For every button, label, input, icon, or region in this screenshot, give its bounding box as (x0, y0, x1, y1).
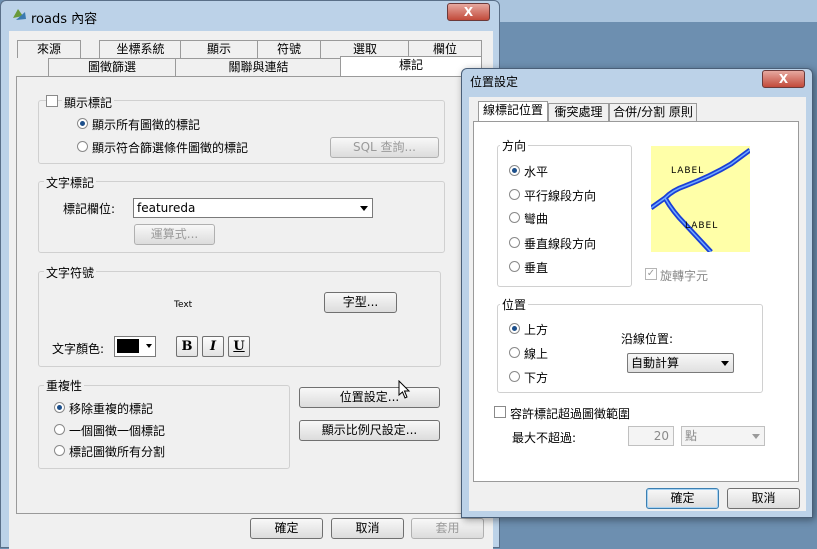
radio-dir-perpendicular-label: 垂直線段方向 (524, 237, 597, 251)
allow-overrun-checkbox[interactable] (494, 406, 506, 418)
max-overrun-input[interactable]: 20 (628, 426, 674, 446)
show-labels-label: 顯示標記 (62, 94, 115, 111)
tab-conflict-detection[interactable]: 衝突處理 (548, 103, 609, 121)
text-symbol-group-title: 文字符號 (44, 264, 97, 281)
radio-dir-horizontal-label: 水平 (524, 165, 549, 179)
placement-settings-button[interactable]: 位置設定... (299, 387, 440, 408)
radio-filtered-features[interactable] (77, 141, 88, 152)
unit-dropdown[interactable]: 點 (681, 426, 765, 446)
text-color-picker[interactable] (114, 336, 156, 357)
radio-label-all-parts-label: 標記圖徵所有分割 (69, 445, 166, 459)
show-labels-checkbox[interactable] (46, 95, 58, 107)
radio-filtered-features-label: 顯示符合篩選條件圖徵的標記 (92, 141, 249, 155)
scale-range-button[interactable]: 顯示比例尺設定... (299, 420, 440, 441)
radio-pos-above-label: 上方 (524, 323, 549, 337)
radio-all-features[interactable] (77, 118, 88, 129)
text-label-group-title: 文字標記 (44, 174, 97, 191)
radio-one-per-feature-label: 一個圖徵一個標記 (69, 424, 166, 438)
radio-dir-vertical[interactable] (509, 261, 520, 272)
layer-app-icon (13, 9, 26, 20)
max-overrun-label: 最大不超過: (512, 431, 577, 445)
mouse-cursor-icon (398, 380, 411, 399)
tab-coordinate-system[interactable]: 坐標系統 (99, 40, 182, 58)
placement-ok-button[interactable]: 確定 (646, 488, 719, 509)
bold-button[interactable]: B (176, 336, 198, 357)
label-field-value: featureda (137, 201, 196, 215)
radio-pos-above[interactable] (509, 323, 520, 334)
radio-dir-parallel-label: 平行線段方向 (524, 189, 597, 203)
radio-one-per-feature[interactable] (54, 424, 65, 435)
chevron-down-icon (146, 344, 152, 348)
tab-joins-relates[interactable]: 關聯與連結 (175, 58, 342, 76)
chevron-down-icon (752, 434, 760, 439)
radio-dir-curved[interactable] (509, 212, 520, 223)
symbol-preview-text: Text (174, 300, 193, 310)
radio-dir-vertical-label: 垂直 (524, 261, 549, 275)
position-group-title: 位置 (500, 296, 529, 313)
along-line-dropdown[interactable]: 自動計算 (627, 353, 734, 373)
radio-label-all-parts[interactable] (54, 445, 65, 456)
tab-symbology[interactable]: 符號 (257, 40, 321, 58)
radio-dir-curved-label: 彎曲 (524, 212, 549, 226)
chevron-down-icon (360, 206, 368, 211)
tab-display[interactable]: 顯示 (180, 40, 258, 58)
sql-query-button[interactable]: SQL 查詢... (330, 137, 439, 158)
radio-all-features-label: 顯示所有圖徵的標記 (92, 118, 201, 132)
placement-close-button[interactable]: X (762, 70, 805, 88)
duplicates-group-title: 重複性 (44, 377, 85, 394)
window-title: roads 內容 (31, 12, 98, 27)
radio-pos-on-line[interactable] (509, 347, 520, 358)
color-swatch (117, 339, 139, 353)
radio-dir-parallel[interactable] (509, 189, 520, 200)
ok-button[interactable]: 確定 (250, 518, 323, 539)
close-button[interactable]: X (447, 3, 490, 21)
expression-button[interactable]: 運算式... (134, 224, 215, 245)
along-line-label: 沿線位置: (621, 332, 674, 346)
tab-source[interactable]: 來源 (17, 40, 81, 58)
cancel-button[interactable]: 取消 (331, 518, 404, 539)
placement-cancel-button[interactable]: 取消 (727, 488, 800, 509)
radio-remove-duplicates[interactable] (54, 402, 65, 413)
placement-preview: LABEL LABEL (649, 146, 752, 254)
italic-button[interactable]: I (202, 336, 224, 357)
rotate-chars-label: 旋轉字元 (660, 269, 709, 283)
unit-value: 點 (685, 429, 698, 443)
label-field-dropdown[interactable]: featureda (133, 198, 373, 218)
radio-pos-on-line-label: 線上 (524, 347, 549, 361)
preview-label-bottom: LABEL (685, 221, 719, 231)
label-field-label: 標記欄位: (63, 202, 116, 216)
apply-button[interactable]: 套用 (411, 518, 484, 539)
tab-merge-split-rules[interactable]: 合併/分割 原則 (609, 103, 697, 121)
underline-button[interactable]: U (228, 336, 250, 357)
radio-remove-duplicates-label: 移除重複的標記 (69, 402, 154, 416)
allow-overrun-label: 容許標記超過圖徵範圍 (510, 407, 631, 421)
placement-window-title: 位置設定 (470, 75, 519, 89)
font-button[interactable]: 字型... (324, 292, 397, 313)
road-preview-graphic (649, 147, 752, 254)
radio-pos-below-label: 下方 (524, 371, 549, 385)
rotate-chars-checkbox[interactable]: ✓ (645, 268, 657, 280)
radio-pos-below[interactable] (509, 371, 520, 382)
radio-dir-horizontal[interactable] (509, 165, 520, 176)
along-line-value: 自動計算 (631, 356, 680, 370)
tab-definition-query[interactable]: 圖徵篩選 (48, 58, 176, 76)
direction-group-title: 方向 (500, 137, 529, 154)
chevron-down-icon (721, 361, 729, 366)
preview-label-top: LABEL (671, 166, 705, 176)
radio-dir-perpendicular[interactable] (509, 237, 520, 248)
text-color-label: 文字顏色: (52, 342, 105, 356)
tab-line-label-position[interactable]: 線標記位置 (478, 101, 548, 121)
